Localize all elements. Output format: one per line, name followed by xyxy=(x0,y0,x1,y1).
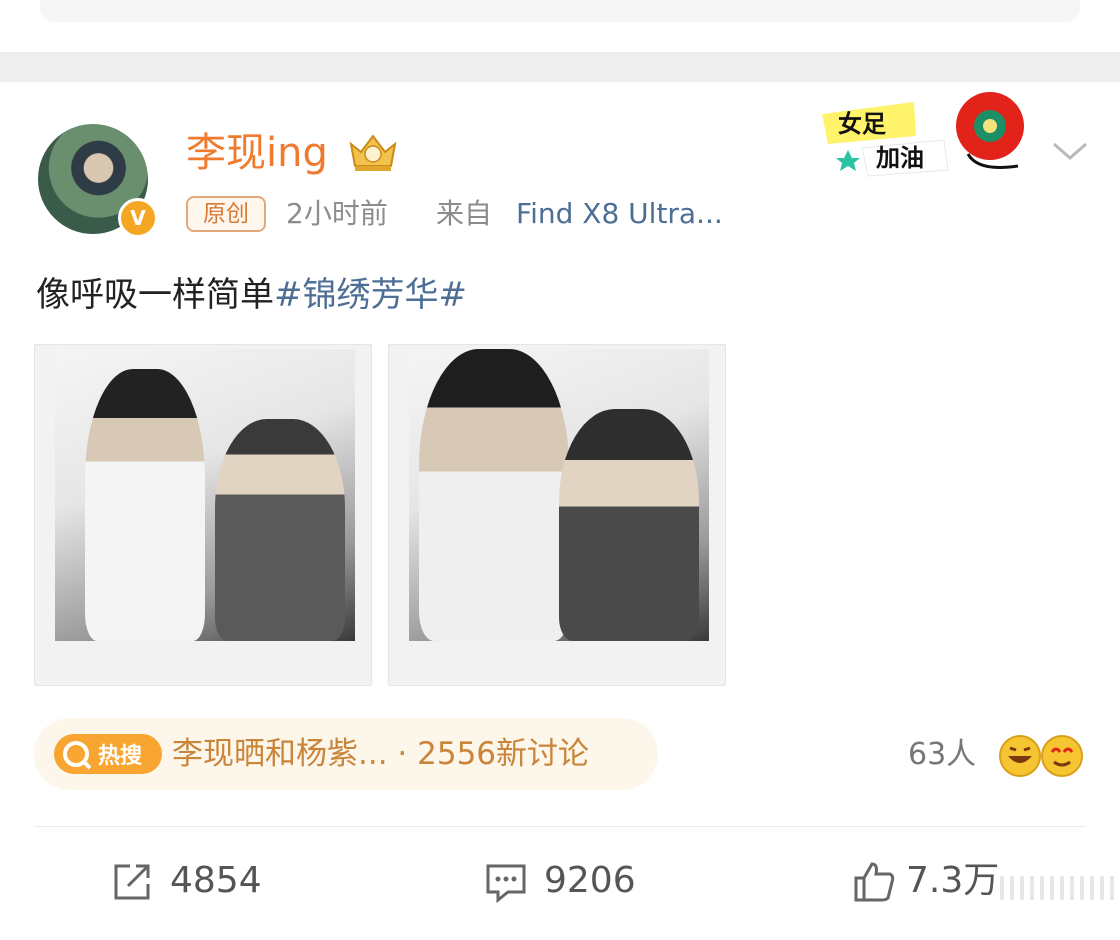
post-image-2[interactable] xyxy=(388,344,726,686)
sticker-line2: 加油 xyxy=(876,144,924,172)
original-tag: 原创 xyxy=(186,196,266,232)
hot-search-icon: 热搜 xyxy=(54,734,162,774)
like-count[interactable]: 7.3万 xyxy=(906,856,999,906)
laughing-emoji-icon xyxy=(999,735,1041,777)
vip-crown-icon xyxy=(349,134,397,171)
like-thumb-icon[interactable] xyxy=(852,860,896,904)
love-emoji-icon xyxy=(1041,735,1083,777)
chevron-down-icon[interactable] xyxy=(1050,136,1090,166)
comment-icon[interactable] xyxy=(484,860,528,904)
fan-sticker-badge: 女足 加油 xyxy=(822,92,1024,177)
watermark xyxy=(1000,876,1120,900)
username[interactable]: 李现ing xyxy=(186,128,328,178)
source-device-link[interactable]: Find X8 Ultra... xyxy=(516,194,723,234)
hot-search-text[interactable]: 李现晒和杨紫... · 2556新讨论 xyxy=(172,730,589,778)
reaction-count[interactable]: 63人 xyxy=(908,732,976,778)
repost-count[interactable]: 4854 xyxy=(170,856,262,906)
repost-icon[interactable] xyxy=(110,860,154,904)
hot-search-badge: 热搜 xyxy=(98,743,143,769)
post-image-1[interactable] xyxy=(34,344,372,686)
actions-divider xyxy=(34,826,1086,827)
post-time: 2小时前 xyxy=(286,197,388,230)
verified-badge-icon: V xyxy=(118,198,158,238)
post-text-body: 像呼吸一样简单 xyxy=(36,275,274,315)
sticker-line1: 女足 xyxy=(838,110,886,138)
comment-count[interactable]: 9206 xyxy=(544,856,636,906)
topic-tag-link[interactable]: #锦绣芳华# xyxy=(274,275,467,315)
source-label: 来自 xyxy=(436,197,493,230)
feed-divider xyxy=(0,52,1120,82)
post-text: 像呼吸一样简单#锦绣芳华# xyxy=(36,270,467,320)
previous-post-card xyxy=(40,0,1080,22)
